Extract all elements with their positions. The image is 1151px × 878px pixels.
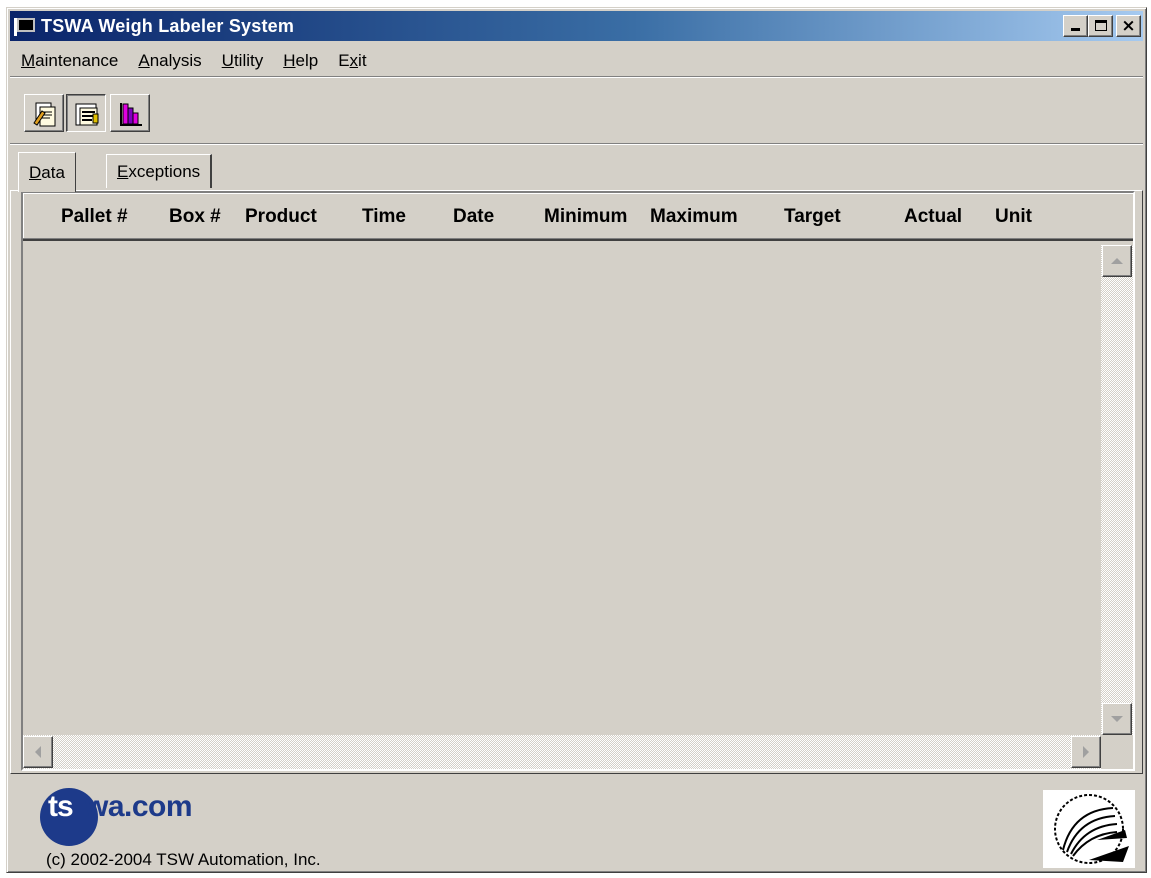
tswa-logo[interactable]: ts wa.com <box>40 788 300 848</box>
arrow-up-icon <box>1111 258 1123 264</box>
arrow-right-icon <box>1083 746 1089 758</box>
column-header-minimum[interactable]: Minimum <box>544 206 627 228</box>
column-header-date[interactable]: Date <box>453 206 494 228</box>
arrow-left-icon <box>35 746 41 758</box>
bar-chart-icon <box>120 103 142 126</box>
toolbar <box>10 80 1143 144</box>
column-header-actual[interactable]: Actual <box>904 206 962 228</box>
tab-strip: Data Exceptions <box>10 148 1143 192</box>
scroll-left-button[interactable] <box>23 736 53 768</box>
scroll-down-button[interactable] <box>1102 703 1132 735</box>
horizontal-scrollbar[interactable] <box>23 735 1101 769</box>
scroll-right-button[interactable] <box>1071 736 1101 768</box>
company-seal-icon <box>1043 790 1135 868</box>
arrow-down-icon <box>1111 716 1123 722</box>
tab-exceptions[interactable]: Exceptions <box>106 154 213 188</box>
menu-utility[interactable]: Utility <box>219 49 267 73</box>
logo-ts-text: ts <box>48 790 74 823</box>
minimize-button[interactable] <box>1063 15 1088 37</box>
minimize-icon <box>1071 28 1080 31</box>
data-tab-panel: Pallet # Box # Product Time Date Minimum… <box>10 190 1143 774</box>
footer: ts wa.com (c) 2002-2004 TSW Automation, … <box>10 778 1143 869</box>
toolbar-button-chart[interactable] <box>110 94 150 132</box>
column-header-box[interactable]: Box # <box>169 206 221 228</box>
document-edit-icon <box>33 102 56 127</box>
copyright-text: (c) 2002-2004 TSW Automation, Inc. <box>46 850 321 869</box>
vertical-scrollbar[interactable] <box>1101 245 1133 735</box>
menu-exit[interactable]: Exit <box>335 49 369 73</box>
main-window: TSWA Weigh Labeler System × Maintenance … <box>6 7 1147 873</box>
menu-help[interactable]: Help <box>280 49 321 73</box>
close-button[interactable]: × <box>1116 15 1141 37</box>
toolbar-button-data[interactable] <box>66 94 106 132</box>
title-bar[interactable]: TSWA Weigh Labeler System × <box>10 11 1143 41</box>
toolbar-button-edit[interactable] <box>24 94 64 132</box>
clipboard-data-icon <box>75 103 99 126</box>
column-header-unit[interactable]: Unit <box>995 206 1032 228</box>
grid-header: Pallet # Box # Product Time Date Minimum… <box>23 193 1133 241</box>
grid-body[interactable] <box>23 245 1133 769</box>
column-header-product[interactable]: Product <box>245 206 317 228</box>
maximize-icon <box>1095 20 1107 31</box>
column-header-time[interactable]: Time <box>362 206 406 228</box>
tab-data[interactable]: Data <box>18 152 76 192</box>
column-header-maximum[interactable]: Maximum <box>650 206 738 228</box>
app-icon[interactable] <box>14 16 36 36</box>
column-header-target[interactable]: Target <box>784 206 841 228</box>
logo-domain-text: wa.com <box>85 790 193 823</box>
menu-maintenance[interactable]: Maintenance <box>18 49 121 73</box>
data-grid[interactable]: Pallet # Box # Product Time Date Minimum… <box>21 191 1135 771</box>
window-title: TSWA Weigh Labeler System <box>41 15 295 36</box>
caption-buttons: × <box>1063 15 1141 37</box>
menu-bar: Maintenance Analysis Utility Help Exit <box>10 45 1143 77</box>
close-icon: × <box>1121 16 1136 36</box>
column-header-pallet[interactable]: Pallet # <box>61 206 128 228</box>
scrollbar-corner <box>1101 735 1133 769</box>
scroll-up-button[interactable] <box>1102 245 1132 277</box>
menu-analysis[interactable]: Analysis <box>135 49 204 73</box>
maximize-button[interactable] <box>1088 15 1113 37</box>
